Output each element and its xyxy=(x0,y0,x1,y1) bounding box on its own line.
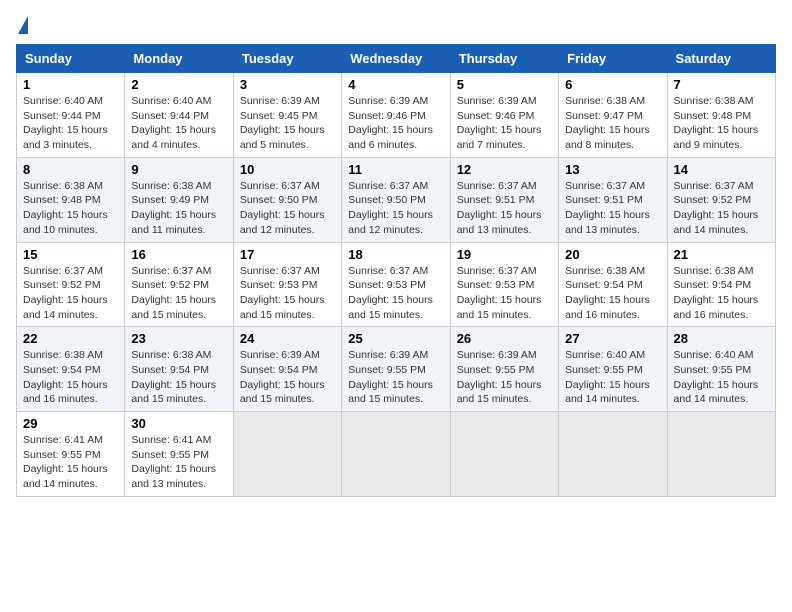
weekday-header-monday: Monday xyxy=(125,45,233,73)
calendar-day-2: 2Sunrise: 6:40 AMSunset: 9:44 PMDaylight… xyxy=(125,73,233,158)
calendar-empty-cell xyxy=(667,412,775,497)
calendar-day-23: 23Sunrise: 6:38 AMSunset: 9:54 PMDayligh… xyxy=(125,327,233,412)
weekday-header-friday: Friday xyxy=(559,45,667,73)
calendar-day-6: 6Sunrise: 6:38 AMSunset: 9:47 PMDaylight… xyxy=(559,73,667,158)
calendar-empty-cell xyxy=(450,412,558,497)
calendar-empty-cell xyxy=(342,412,450,497)
weekday-header-sunday: Sunday xyxy=(17,45,125,73)
calendar-empty-cell xyxy=(233,412,341,497)
calendar-day-1: 1Sunrise: 6:40 AMSunset: 9:44 PMDaylight… xyxy=(17,73,125,158)
weekday-header-thursday: Thursday xyxy=(450,45,558,73)
calendar-day-29: 29Sunrise: 6:41 AMSunset: 9:55 PMDayligh… xyxy=(17,412,125,497)
calendar-day-25: 25Sunrise: 6:39 AMSunset: 9:55 PMDayligh… xyxy=(342,327,450,412)
calendar-day-12: 12Sunrise: 6:37 AMSunset: 9:51 PMDayligh… xyxy=(450,157,558,242)
logo-triangle-icon xyxy=(18,16,28,34)
calendar-day-14: 14Sunrise: 6:37 AMSunset: 9:52 PMDayligh… xyxy=(667,157,775,242)
calendar-day-19: 19Sunrise: 6:37 AMSunset: 9:53 PMDayligh… xyxy=(450,242,558,327)
page-header xyxy=(16,16,776,36)
weekday-header-tuesday: Tuesday xyxy=(233,45,341,73)
calendar-day-17: 17Sunrise: 6:37 AMSunset: 9:53 PMDayligh… xyxy=(233,242,341,327)
calendar-day-26: 26Sunrise: 6:39 AMSunset: 9:55 PMDayligh… xyxy=(450,327,558,412)
calendar-day-10: 10Sunrise: 6:37 AMSunset: 9:50 PMDayligh… xyxy=(233,157,341,242)
calendar-day-11: 11Sunrise: 6:37 AMSunset: 9:50 PMDayligh… xyxy=(342,157,450,242)
calendar-day-27: 27Sunrise: 6:40 AMSunset: 9:55 PMDayligh… xyxy=(559,327,667,412)
calendar-empty-cell xyxy=(559,412,667,497)
calendar-day-30: 30Sunrise: 6:41 AMSunset: 9:55 PMDayligh… xyxy=(125,412,233,497)
calendar-day-5: 5Sunrise: 6:39 AMSunset: 9:46 PMDaylight… xyxy=(450,73,558,158)
calendar-day-21: 21Sunrise: 6:38 AMSunset: 9:54 PMDayligh… xyxy=(667,242,775,327)
calendar-day-4: 4Sunrise: 6:39 AMSunset: 9:46 PMDaylight… xyxy=(342,73,450,158)
weekday-header-wednesday: Wednesday xyxy=(342,45,450,73)
calendar-header-row: SundayMondayTuesdayWednesdayThursdayFrid… xyxy=(17,45,776,73)
calendar-day-3: 3Sunrise: 6:39 AMSunset: 9:45 PMDaylight… xyxy=(233,73,341,158)
logo xyxy=(16,16,28,36)
calendar-day-7: 7Sunrise: 6:38 AMSunset: 9:48 PMDaylight… xyxy=(667,73,775,158)
calendar-day-18: 18Sunrise: 6:37 AMSunset: 9:53 PMDayligh… xyxy=(342,242,450,327)
calendar-day-16: 16Sunrise: 6:37 AMSunset: 9:52 PMDayligh… xyxy=(125,242,233,327)
calendar-day-13: 13Sunrise: 6:37 AMSunset: 9:51 PMDayligh… xyxy=(559,157,667,242)
weekday-header-saturday: Saturday xyxy=(667,45,775,73)
calendar-day-22: 22Sunrise: 6:38 AMSunset: 9:54 PMDayligh… xyxy=(17,327,125,412)
calendar-day-8: 8Sunrise: 6:38 AMSunset: 9:48 PMDaylight… xyxy=(17,157,125,242)
calendar-day-15: 15Sunrise: 6:37 AMSunset: 9:52 PMDayligh… xyxy=(17,242,125,327)
calendar-day-20: 20Sunrise: 6:38 AMSunset: 9:54 PMDayligh… xyxy=(559,242,667,327)
calendar-day-24: 24Sunrise: 6:39 AMSunset: 9:54 PMDayligh… xyxy=(233,327,341,412)
calendar-day-28: 28Sunrise: 6:40 AMSunset: 9:55 PMDayligh… xyxy=(667,327,775,412)
calendar-day-9: 9Sunrise: 6:38 AMSunset: 9:49 PMDaylight… xyxy=(125,157,233,242)
calendar-table: SundayMondayTuesdayWednesdayThursdayFrid… xyxy=(16,44,776,497)
